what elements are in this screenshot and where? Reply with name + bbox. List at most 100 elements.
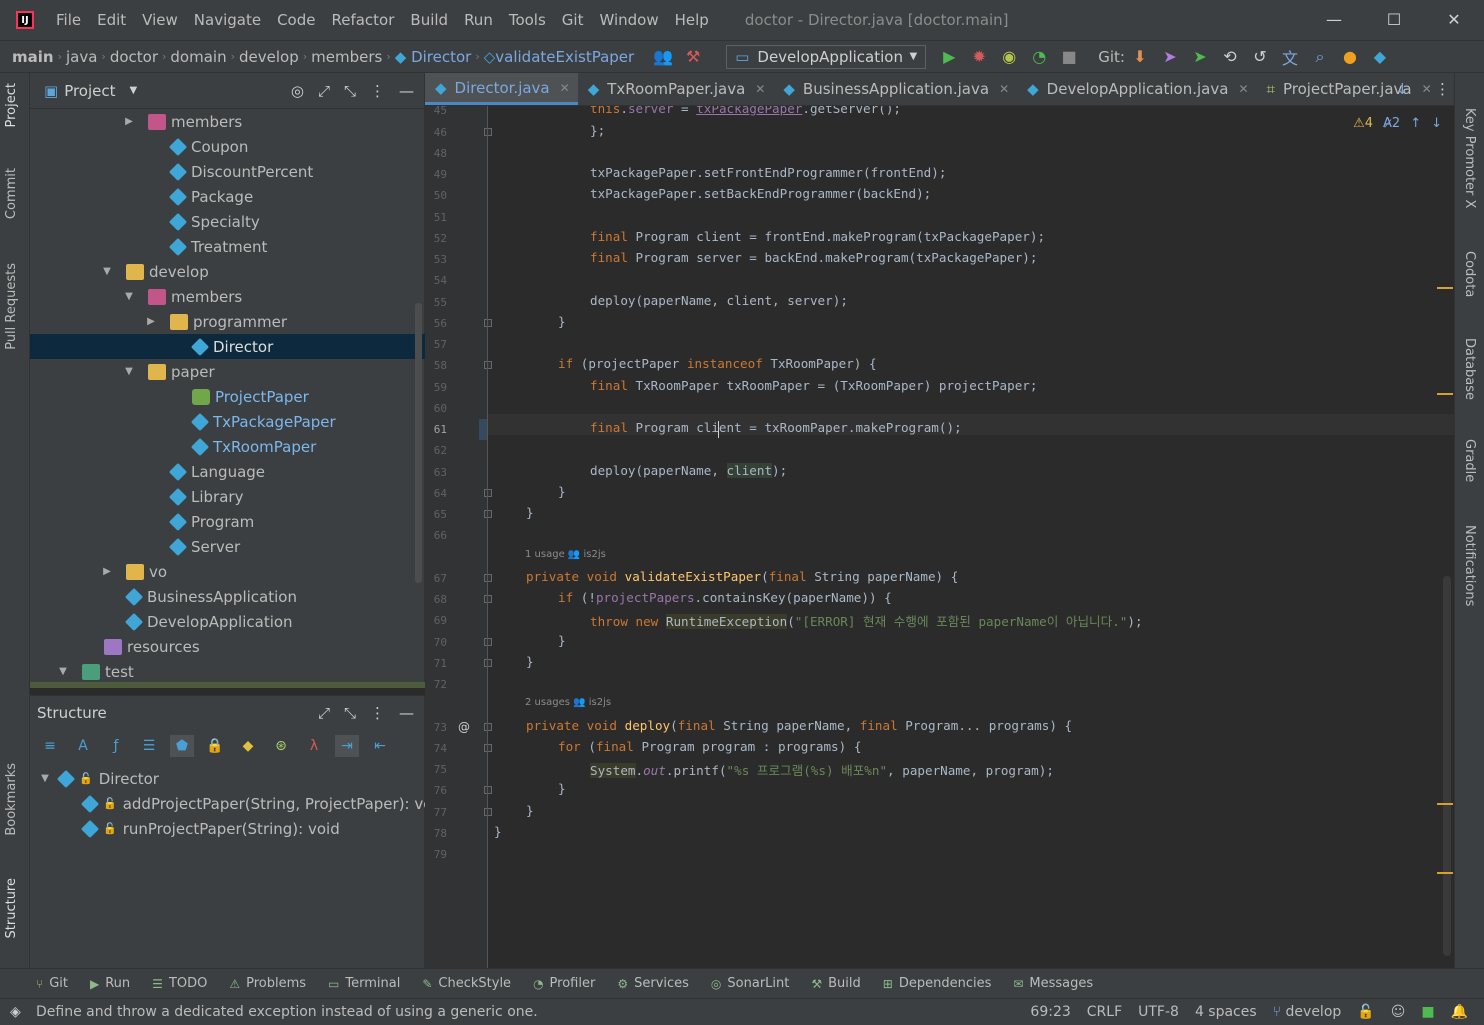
tree-item[interactable]: Director [30, 334, 425, 359]
tool-window-services[interactable]: ⚙ Services [617, 976, 689, 991]
tree-item[interactable]: ▶ vo [30, 559, 425, 584]
git-update-icon[interactable]: ⬇ [1125, 47, 1155, 66]
fold-icon[interactable] [484, 808, 492, 816]
show-properties-icon[interactable]: ◆ [236, 735, 260, 757]
breadcrumb-item[interactable]: java [62, 48, 101, 66]
tree-item[interactable]: BusinessApplication [30, 584, 425, 609]
hammer-icon[interactable]: ⚒ [678, 47, 708, 66]
file-encoding[interactable]: UTF-8 [1138, 1004, 1179, 1020]
previous-highlight-icon[interactable]: ↑ [1410, 116, 1421, 131]
tree-item[interactable]: Server [30, 534, 425, 559]
breadcrumb-item[interactable]: develop [235, 48, 303, 66]
hide-icon[interactable]: — [399, 704, 414, 722]
git-commit-icon[interactable]: ➤ [1185, 47, 1215, 66]
tool-window-run[interactable]: ▶ Run [90, 976, 130, 991]
tab-database[interactable]: Database [1462, 338, 1477, 400]
chevron-down-icon[interactable]: ▼ [56, 666, 70, 677]
options-icon[interactable]: ⋮ [1435, 80, 1450, 98]
show-non-public-icon[interactable]: 🔒 [203, 735, 227, 757]
fold-icon[interactable] [484, 319, 492, 327]
chevron-down-icon[interactable]: ▼ [130, 85, 138, 96]
project-scrollbar[interactable] [415, 303, 422, 583]
close-icon[interactable]: ✕ [999, 82, 1009, 96]
tree-item[interactable]: Coupon [30, 134, 425, 159]
arrow-down-icon[interactable]: ↓ [1396, 80, 1409, 98]
autoscroll-from-source-icon[interactable]: ⇤ [368, 735, 392, 757]
codota-status-icon[interactable]: ■ [1421, 1004, 1434, 1020]
tab-businessapplication[interactable]: ◆ BusinessApplication.java ✕ [773, 73, 1017, 105]
usage-inlay[interactable]: 1 usage 👥 is2js [525, 549, 606, 560]
breadcrumb-item[interactable]: doctor [106, 48, 162, 66]
expand-all-icon[interactable]: ⤢ [318, 82, 330, 100]
tree-item[interactable]: TxRoomPaper [30, 434, 425, 459]
error-stripe-mark[interactable] [1437, 872, 1453, 874]
sort-visibility-icon[interactable]: ≡ [38, 735, 62, 757]
tool-window-sonarlint[interactable]: ◎ SonarLint [711, 976, 789, 991]
tab-key-promoter[interactable]: Key Promoter X [1462, 108, 1477, 208]
menu-navigate[interactable]: Navigate [186, 11, 269, 29]
tab-director[interactable]: ◆ Director.java ✕ [425, 73, 578, 105]
structure-member[interactable]: 🔓 runProjectPaper(String): void [80, 816, 340, 841]
tool-window-problems[interactable]: ⚠ Problems [229, 976, 306, 991]
collapse-all-icon[interactable]: ⤡ [344, 704, 356, 722]
indent-setting[interactable]: 4 spaces [1195, 1004, 1257, 1020]
tool-window-git[interactable]: ⑂ Git [36, 976, 68, 991]
close-icon[interactable]: ✕ [1238, 82, 1248, 96]
tool-window-checkstyle[interactable]: ✎ CheckStyle [422, 976, 511, 991]
tree-item[interactable]: ▼ develop [30, 259, 425, 284]
menu-tools[interactable]: Tools [501, 11, 554, 29]
tree-item[interactable]: ▶ programmer [30, 309, 425, 334]
lambda-icon[interactable]: λ [302, 735, 326, 757]
anonymous-classes-icon[interactable]: ⊛ [269, 735, 293, 757]
tool-window-messages[interactable]: ✉ Messages [1013, 976, 1093, 991]
tab-structure[interactable]: Structure [4, 878, 19, 938]
update-icon[interactable]: ● [1335, 47, 1365, 66]
tree-item[interactable]: ▼ members [30, 284, 425, 309]
jetbrains-ide-icon[interactable]: ◆ [1365, 47, 1395, 66]
tree-item[interactable]: DiscountPercent [30, 159, 425, 184]
notifications-icon[interactable]: 🔔 [1451, 1004, 1468, 1020]
minimize-button[interactable]: — [1304, 0, 1364, 40]
profile-icon[interactable]: ◔ [1024, 47, 1054, 66]
menu-window[interactable]: Window [591, 11, 666, 29]
code-editor[interactable]: 45 46 48 49 50 51 52 53 54 55 56 57 58 59 60 61 62 63 64 65… [425, 106, 1454, 968]
inspector-icon[interactable]: ☺ [1391, 1004, 1406, 1020]
tab-pull-requests[interactable]: Pull Requests [4, 263, 19, 350]
rollback-icon[interactable]: ↺ [1245, 47, 1275, 66]
menu-view[interactable]: View [134, 11, 186, 29]
tree-item[interactable]: TxPackagePaper [30, 409, 425, 434]
next-highlight-icon[interactable]: ↓ [1431, 116, 1442, 131]
close-icon[interactable]: ✕ [560, 81, 570, 95]
expand-all-icon[interactable]: ⤢ [318, 704, 330, 722]
warning-count[interactable]: ⚠4 [1353, 116, 1373, 131]
fold-icon[interactable] [484, 489, 492, 497]
tab-projectpaper[interactable]: ⌗ ProjectPaper.java ✕ [1257, 73, 1440, 105]
structure-member[interactable]: 🔓 addProjectPaper(String, ProjectPaper):… [80, 791, 446, 816]
fold-icon[interactable] [484, 128, 492, 136]
tree-item[interactable]: DevelopApplication [30, 609, 425, 634]
show-tags-icon[interactable]: ⬟ [170, 735, 194, 757]
tab-bookmarks[interactable]: Bookmarks [4, 763, 19, 836]
run-configuration-dropdown[interactable]: ▭ DevelopApplication ▼ [726, 44, 927, 69]
tree-item[interactable]: resources [30, 634, 425, 659]
tree-item[interactable]: Package [30, 184, 425, 209]
tool-window-profiler[interactable]: ◔ Profiler [533, 976, 595, 991]
collapse-all-icon[interactable]: ⤡ [344, 82, 356, 100]
tab-commit[interactable]: Commit [4, 168, 19, 219]
tree-item[interactable]: ProjectPaper [30, 384, 425, 409]
tree-item[interactable]: Library [30, 484, 425, 509]
tree-item[interactable]: Language [30, 459, 425, 484]
show-fields-icon[interactable]: ☰ [137, 735, 161, 757]
error-stripe-mark[interactable] [1437, 803, 1453, 805]
fold-icon[interactable] [484, 744, 492, 752]
locate-icon[interactable]: ◎ [291, 82, 304, 100]
show-lambdas-icon[interactable]: ƒ [104, 735, 128, 757]
breadcrumb-item[interactable]: members [307, 48, 386, 66]
search-icon[interactable]: ⌕ [1305, 47, 1335, 67]
tree-item[interactable]: Treatment [30, 234, 425, 259]
stop-icon[interactable]: ■ [1054, 47, 1084, 66]
chevron-right-icon[interactable]: ▶ [100, 566, 114, 577]
tab-project[interactable]: Project [4, 83, 19, 127]
breadcrumb-item[interactable]: main [8, 48, 58, 66]
fold-icon[interactable] [484, 361, 492, 369]
